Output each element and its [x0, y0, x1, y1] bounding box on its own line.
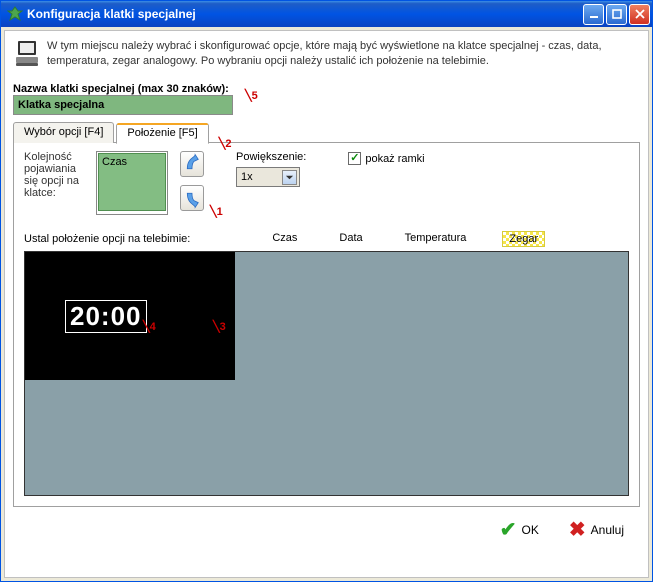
options-row: Kolejność pojawiania się opcji na klatce… [24, 151, 629, 215]
annotation-4: ╲4 [143, 320, 156, 333]
preview-clock[interactable]: 20:00 [65, 300, 147, 333]
screen-device-icon [15, 39, 39, 69]
tab-options[interactable]: Wybór opcji [F4] [13, 122, 114, 143]
order-item-czas[interactable]: Czas [98, 153, 166, 211]
annotation-5: ╲5 [245, 89, 258, 102]
titlebar: Konfiguracja klatki specjalnej [1, 1, 652, 27]
check-icon: ✔ [500, 517, 517, 542]
legend-items: Czas Data Temperatura Zegar [266, 231, 545, 247]
order-label: Kolejność pojawiania się opcji na klatce… [24, 151, 84, 199]
content-area: W tym miejscu należy wybrać i skonfiguro… [4, 30, 649, 578]
preview-area[interactable]: 20:00 ╲4 ╲3 [24, 251, 629, 496]
legend-title: Ustal położenie opcji na telebimie: [24, 233, 190, 245]
annotation-1: ╲1 [210, 205, 223, 218]
close-button[interactable] [629, 4, 650, 25]
description-row: W tym miejscu należy wybrać i skonfiguro… [13, 35, 640, 79]
legend-item-zegar[interactable]: Zegar [502, 231, 545, 247]
app-icon [7, 6, 23, 22]
frame-name-input[interactable] [13, 95, 233, 115]
legend-item-data[interactable]: Data [333, 231, 368, 247]
tab-position[interactable]: Położenie [F5] [116, 123, 208, 144]
ok-label: OK [522, 523, 539, 537]
tabs: Wybór opcji [F4] Położenie [F5] ╲2 [13, 121, 640, 142]
cancel-button[interactable]: ✖ Anuluj [569, 517, 624, 542]
annotation-3: ╲3 [213, 320, 226, 333]
maximize-button[interactable] [606, 4, 627, 25]
tab-body-position: Kolejność pojawiania się opcji na klatce… [13, 142, 640, 507]
minimize-button[interactable] [583, 4, 604, 25]
window-title: Konfiguracja klatki specjalnej [27, 7, 581, 21]
legend-item-czas[interactable]: Czas [266, 231, 303, 247]
description-text: W tym miejscu należy wybrać i skonfiguro… [47, 39, 638, 69]
legend-row: Ustal położenie opcji na telebimie: Czas… [24, 231, 629, 247]
name-label: Nazwa klatki specjalnej (max 30 znaków): [13, 83, 640, 95]
order-listbox[interactable]: Czas [96, 151, 168, 215]
zoom-select[interactable]: 1x [236, 167, 300, 187]
show-frames-label: pokaż ramki [365, 153, 424, 165]
ok-button[interactable]: ✔ OK [500, 517, 539, 542]
zoom-label: Powiększenie: [236, 151, 306, 163]
chevron-down-icon [282, 170, 297, 185]
name-section: Nazwa klatki specjalnej (max 30 znaków):… [13, 79, 640, 115]
footer: ✔ OK ✖ Anuluj [13, 507, 640, 552]
show-frames-row: ✓ pokaż ramki [348, 152, 424, 165]
show-frames-checkbox[interactable]: ✓ [348, 152, 361, 165]
move-up-button[interactable] [180, 151, 204, 177]
move-down-button[interactable] [180, 185, 204, 211]
annotation-2: ╲2 [219, 137, 232, 150]
cross-icon: ✖ [569, 517, 586, 542]
zoom-value: 1x [241, 171, 253, 183]
preview-screen[interactable]: 20:00 ╲4 ╲3 [25, 252, 235, 380]
legend-item-temperatura[interactable]: Temperatura [399, 231, 473, 247]
zoom-column: Powiększenie: 1x [236, 151, 306, 187]
cancel-label: Anuluj [591, 523, 624, 537]
dialog-window: Konfiguracja klatki specjalnej W tym mie… [0, 0, 653, 582]
reorder-controls [180, 151, 204, 211]
